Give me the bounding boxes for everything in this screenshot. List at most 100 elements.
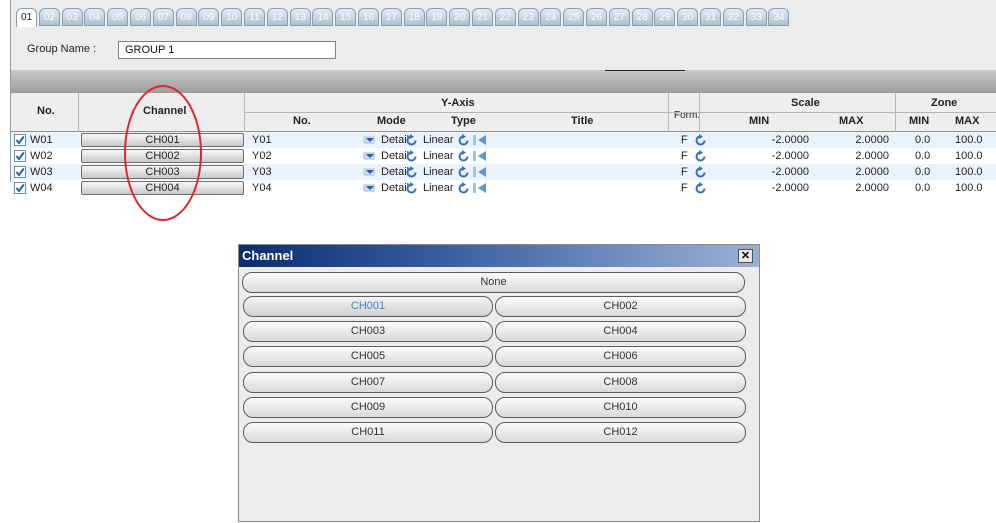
header-divider (244, 112, 996, 113)
tab-34[interactable]: 34 (768, 8, 790, 26)
row-scale-min: -2.0000 (771, 166, 809, 178)
row-mode[interactable]: Detail (381, 148, 409, 164)
tab-16[interactable]: 16 (358, 8, 379, 26)
header-zone: Zone (931, 97, 958, 109)
refresh-icon[interactable] (406, 166, 417, 178)
row-checkbox[interactable] (14, 150, 26, 162)
tab-31[interactable]: 31 (700, 8, 721, 26)
row-scale-min: -2.0000 (771, 150, 809, 162)
refresh-icon[interactable] (695, 150, 706, 162)
tab-32[interactable]: 32 (722, 8, 744, 26)
tab-04[interactable]: 04 (84, 8, 106, 26)
dialog-title: Channel (242, 248, 294, 263)
tab-03[interactable]: 03 (61, 8, 83, 26)
tab-14[interactable]: 14 (312, 8, 334, 26)
close-icon[interactable]: ✕ (738, 249, 753, 263)
refresh-icon[interactable] (458, 182, 469, 194)
row-zone-min: 0.0 (915, 182, 931, 194)
marker-icon[interactable] (473, 134, 487, 146)
refresh-icon[interactable] (406, 182, 417, 194)
tab-08[interactable]: 08 (175, 8, 197, 26)
channel-option-ch001[interactable]: CH001 (243, 296, 493, 317)
group-row: Group Name : (11, 39, 996, 61)
channel-option-ch012[interactable]: CH012 (495, 422, 746, 443)
tab-18[interactable]: 18 (403, 8, 425, 26)
tab-07[interactable]: 07 (152, 8, 174, 26)
row-form: F (681, 166, 688, 178)
channel-option-ch004[interactable]: CH004 (495, 321, 746, 343)
channel-option-ch009[interactable]: CH009 (243, 396, 493, 418)
channel-dialog: Channel ✕ None CH001 CH002 CH003 CH004 CH005… (238, 244, 760, 522)
tab-24[interactable]: 24 (540, 8, 562, 26)
tab-30[interactable]: 30 (677, 8, 699, 26)
marker-icon[interactable] (473, 150, 487, 162)
dropdown-arrow-icon[interactable] (363, 184, 375, 192)
tab-05[interactable]: 05 (107, 8, 129, 26)
tab-25[interactable]: 25 (563, 8, 585, 26)
channel-option-ch008[interactable]: CH008 (495, 371, 746, 393)
channel-option-ch006[interactable]: CH006 (495, 346, 746, 368)
tab-26[interactable]: 26 (586, 8, 607, 26)
refresh-icon[interactable] (458, 134, 469, 146)
row-type[interactable]: Linear (423, 132, 454, 148)
row-zone-min: 0.0 (915, 166, 931, 178)
tab-17[interactable]: 17 (380, 8, 402, 26)
channel-option-ch003[interactable]: CH003 (243, 321, 493, 343)
row-y-no: Y01 (252, 134, 272, 146)
refresh-icon[interactable] (458, 150, 469, 162)
refresh-icon[interactable] (695, 166, 706, 178)
tab-12[interactable]: 12 (266, 8, 288, 26)
channel-option-ch005[interactable]: CH005 (243, 346, 493, 368)
tab-20[interactable]: 20 (449, 8, 471, 26)
tab-23[interactable]: 23 (517, 8, 539, 26)
channel-option-ch007[interactable]: CH007 (243, 371, 493, 393)
row-mode[interactable]: Detail (381, 164, 409, 180)
channel-option-ch010[interactable]: CH010 (495, 396, 746, 418)
tab-15[interactable]: 15 (335, 8, 357, 26)
header-scale-max: MAX (839, 115, 864, 127)
refresh-icon[interactable] (695, 134, 706, 146)
tab-09[interactable]: 09 (198, 8, 220, 26)
group-name-input[interactable] (118, 41, 336, 59)
row-mode[interactable]: Detail (381, 180, 409, 196)
row-checkbox[interactable] (14, 134, 26, 146)
tab-06[interactable]: 06 (130, 8, 151, 26)
row-zone-min: 0.0 (915, 134, 931, 146)
row-mode[interactable]: Detail (381, 132, 409, 148)
dropdown-arrow-icon[interactable] (363, 152, 375, 160)
tab-29[interactable]: 29 (654, 8, 676, 26)
refresh-icon[interactable] (406, 134, 417, 146)
channel-option-ch011[interactable]: CH011 (243, 422, 493, 443)
header-yaxis: Y-Axis (441, 97, 475, 109)
marker-icon[interactable] (473, 166, 487, 178)
dropdown-arrow-icon[interactable] (363, 136, 375, 144)
refresh-icon[interactable] (406, 150, 417, 162)
tab-19[interactable]: 19 (426, 8, 448, 26)
tab-33[interactable]: 33 (745, 8, 767, 26)
row-type[interactable]: Linear (423, 164, 454, 180)
tab-21[interactable]: 21 (472, 8, 493, 26)
tab-13[interactable]: 13 (289, 8, 311, 26)
refresh-icon[interactable] (458, 166, 469, 178)
marker-icon[interactable] (473, 182, 487, 194)
row-form: F (681, 182, 688, 194)
row-y-no: Y02 (252, 150, 272, 162)
row-scale-min: -2.0000 (771, 182, 809, 194)
tab-01[interactable]: 01 (16, 8, 37, 27)
dropdown-arrow-icon[interactable] (363, 168, 375, 176)
row-type[interactable]: Linear (423, 180, 454, 196)
row-type[interactable]: Linear (423, 148, 454, 164)
dialog-title-bar[interactable]: Channel ✕ (239, 245, 759, 267)
tab-27[interactable]: 27 (608, 8, 630, 26)
channel-none-button[interactable]: None (242, 272, 745, 293)
row-checkbox[interactable] (14, 182, 26, 194)
tab-02[interactable]: 02 (38, 8, 60, 26)
row-checkbox[interactable] (14, 166, 26, 178)
channel-option-ch002[interactable]: CH002 (495, 296, 746, 317)
tab-11[interactable]: 11 (244, 8, 265, 26)
tab-28[interactable]: 28 (631, 8, 653, 26)
refresh-icon[interactable] (695, 182, 706, 194)
checkmark-icon (15, 167, 25, 177)
tab-10[interactable]: 10 (221, 8, 243, 26)
tab-22[interactable]: 22 (494, 8, 516, 26)
